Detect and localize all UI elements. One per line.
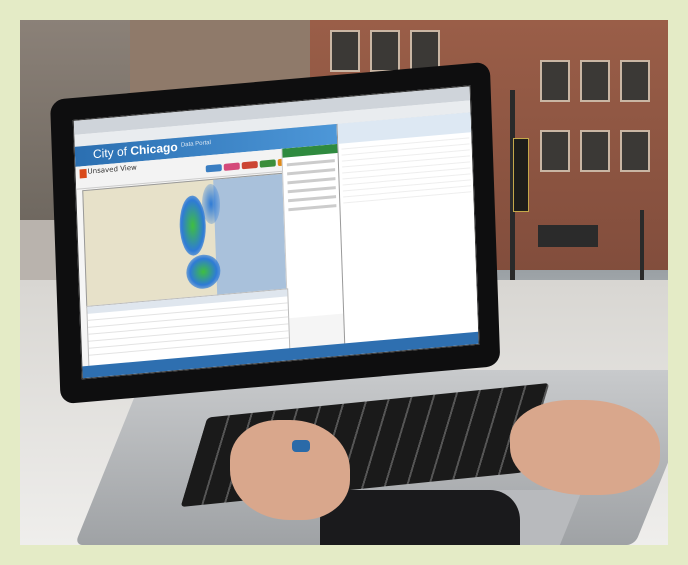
panel-line — [287, 168, 336, 176]
page-frame: City of Chicago Data Portal Unsaved View — [0, 0, 688, 565]
brand-subtitle: Data Portal — [180, 139, 212, 149]
panel-line — [287, 186, 336, 194]
laptop-lid: City of Chicago Data Portal Unsaved View — [50, 61, 501, 405]
map-view[interactable] — [82, 172, 289, 308]
lake — [213, 173, 288, 296]
building-window — [620, 60, 650, 102]
awning — [538, 225, 598, 247]
blue-ring — [292, 440, 310, 452]
brand-city: Chicago — [130, 139, 178, 159]
building-window — [540, 60, 570, 102]
laptop-screen: City of Chicago Data Portal Unsaved View — [72, 85, 480, 380]
building-window — [330, 30, 360, 72]
panel-line — [288, 195, 337, 203]
brand-prefix: City of — [92, 144, 128, 162]
toolbar-button[interactable] — [205, 164, 222, 173]
photo: City of Chicago Data Portal Unsaved View — [20, 20, 668, 545]
view-badge-icon — [79, 168, 87, 179]
panel-line — [288, 204, 337, 212]
building-window — [580, 60, 610, 102]
building-window — [580, 130, 610, 172]
toolbar-button[interactable] — [223, 162, 240, 171]
toolbar-button[interactable] — [259, 159, 276, 168]
panel-line — [286, 159, 335, 167]
panel-line — [287, 177, 336, 185]
second-browser-window — [336, 112, 480, 344]
side-panel — [281, 143, 345, 319]
left-hand — [230, 420, 350, 520]
view-title: Unsaved View — [87, 163, 137, 176]
sleeve — [320, 490, 520, 545]
building-window — [620, 130, 650, 172]
building-window — [370, 30, 400, 72]
right-hand — [510, 400, 660, 495]
toolbar-button[interactable] — [241, 160, 258, 170]
building-window — [540, 130, 570, 172]
heatmap-blob — [185, 253, 221, 291]
street-banner — [513, 138, 529, 212]
